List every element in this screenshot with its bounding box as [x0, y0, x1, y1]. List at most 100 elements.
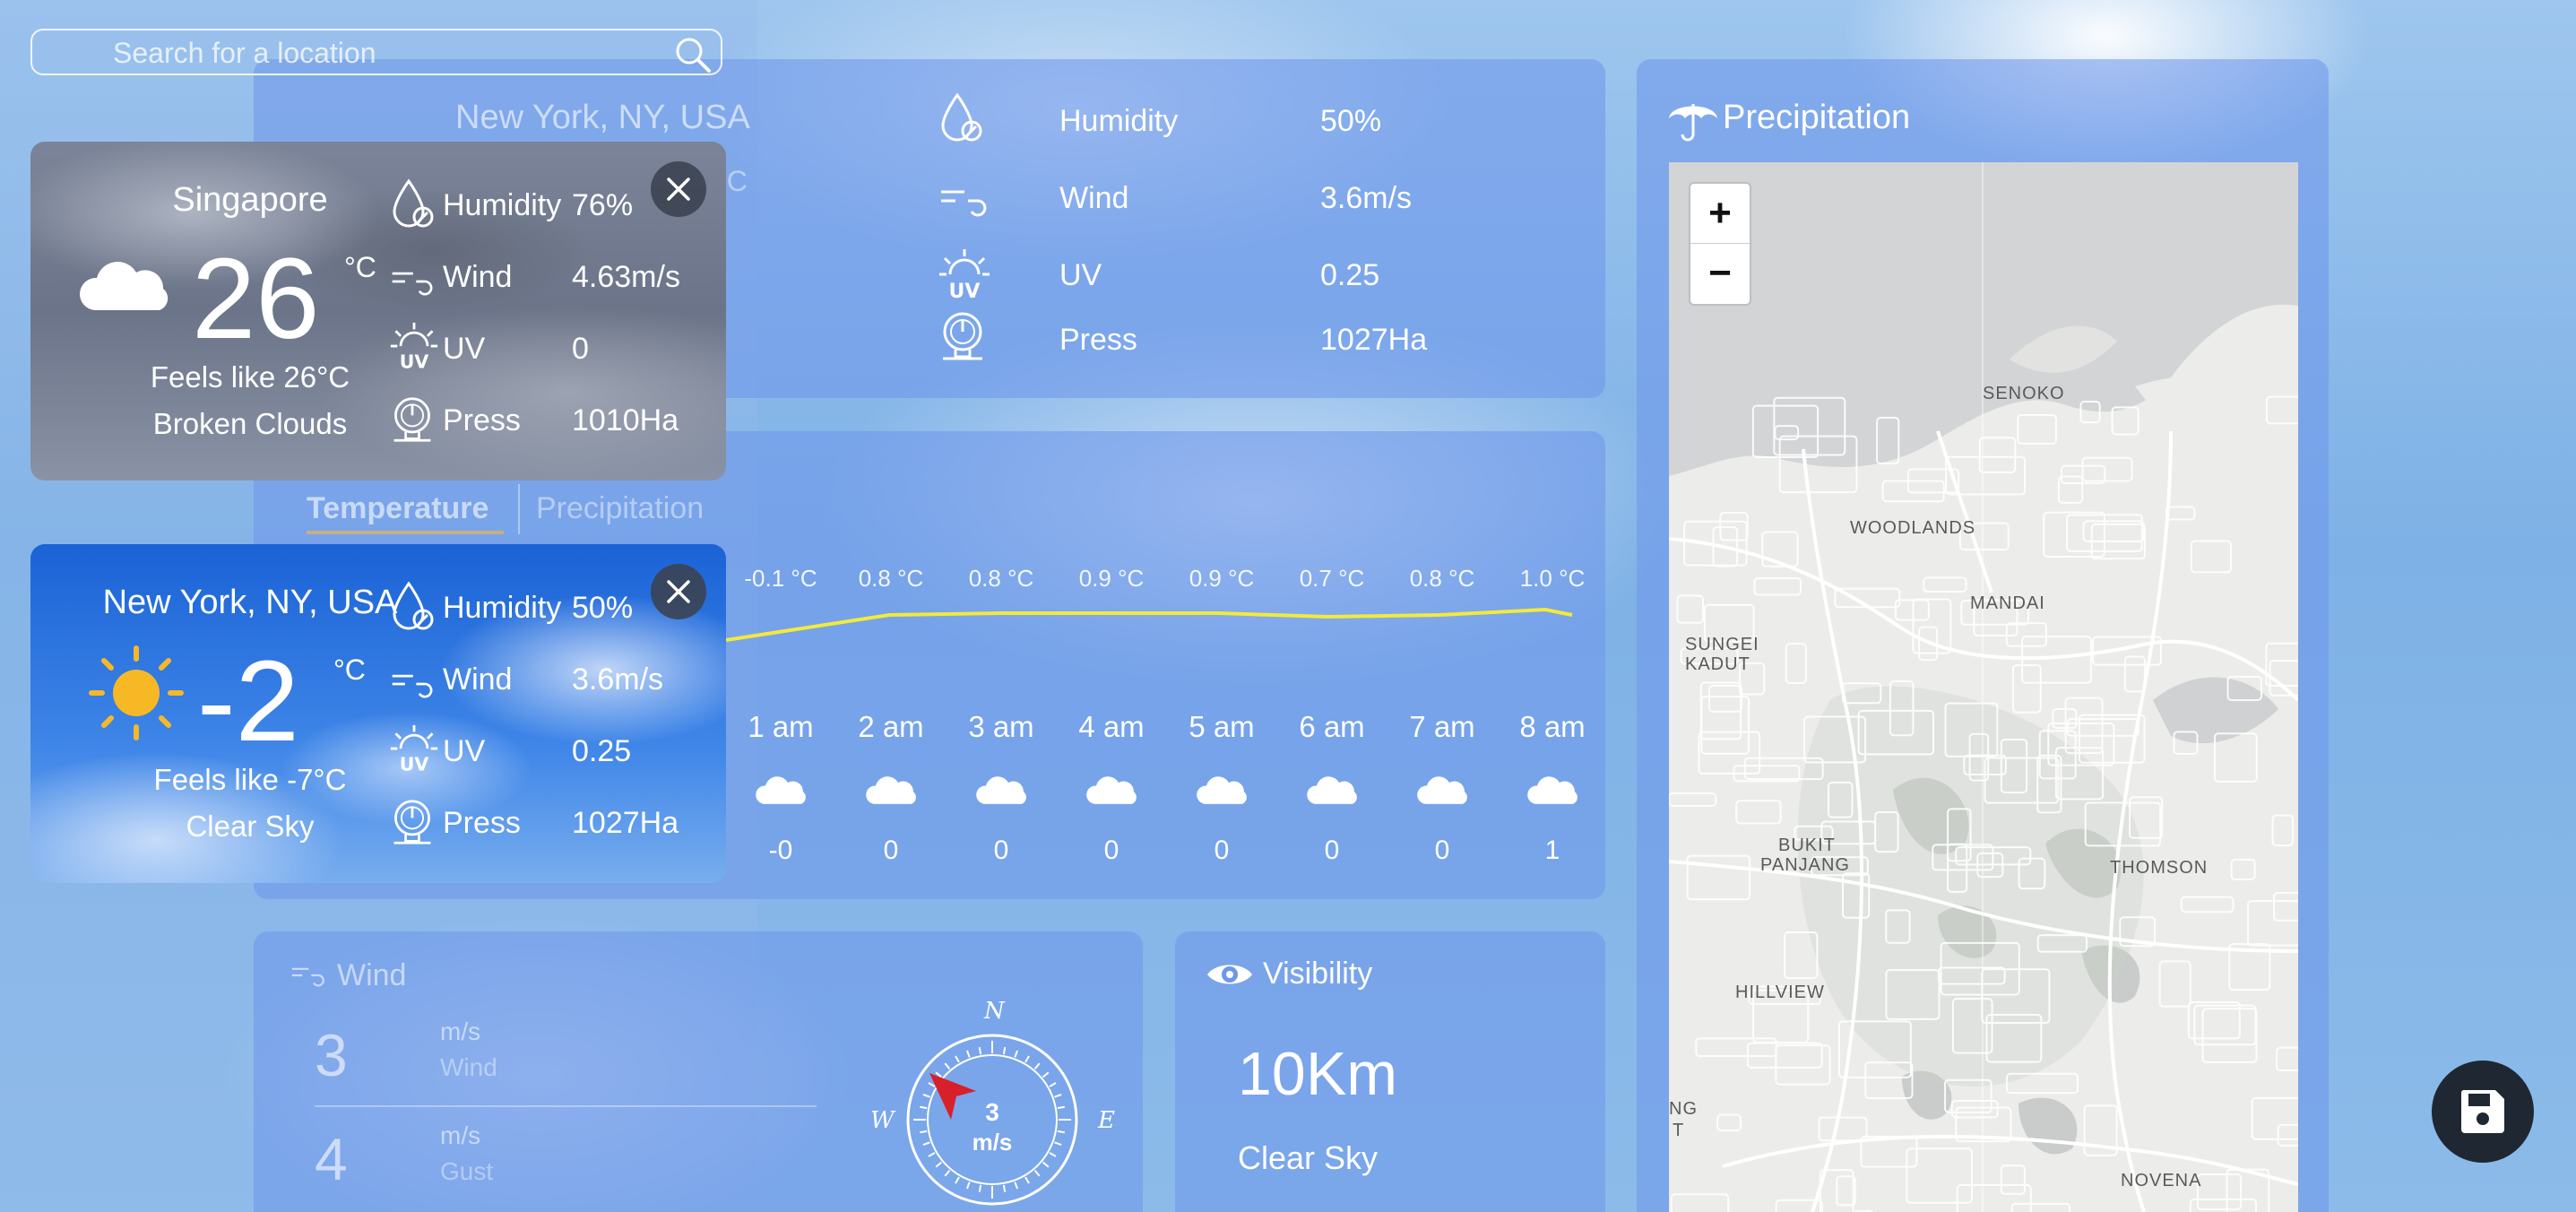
current-location: New York, NY, USA	[455, 99, 750, 136]
wind-divider	[315, 1105, 817, 1107]
card-feels-like: Feels like -7°C	[153, 763, 347, 796]
save-button[interactable]	[2432, 1060, 2534, 1163]
tab-temperature[interactable]: Temperature	[307, 491, 488, 526]
hour-time-label: 5 am	[1189, 710, 1255, 743]
pressure-icon	[393, 800, 431, 844]
card-uv-value: 0.25	[572, 734, 632, 768]
uv-icon: UV	[390, 322, 438, 372]
map-label-kadut: KADUT	[1685, 654, 1750, 674]
card-uv-label: UV	[443, 332, 486, 366]
map-canvas	[1669, 162, 2298, 1212]
hour-precip-value: 1	[1544, 835, 1560, 865]
metric-value-wind: 3.6m/s	[1320, 181, 1413, 215]
metric-value-press: 1027Ha	[1320, 323, 1428, 357]
card-press-value: 1010Ha	[572, 403, 679, 437]
hour-temp-label: 0.8 °C	[968, 565, 1034, 592]
map-label-novena: NOVENA	[2121, 1171, 2202, 1190]
card-press-label: Press	[443, 403, 521, 437]
cloud-icon	[756, 776, 806, 804]
card-wind-value: 4.63m/s	[572, 260, 680, 294]
tab-divider	[518, 484, 520, 534]
hour-precip-value: 0	[1434, 835, 1450, 865]
svg-text:UV: UV	[949, 281, 981, 303]
wind-gust-unit: m/s	[440, 1121, 481, 1149]
visibility-unit: Km	[1306, 1040, 1397, 1108]
wind-icon	[392, 272, 433, 296]
wind-icon	[392, 674, 433, 698]
hour-temp-label: 0.9 °C	[1078, 565, 1145, 592]
cloud-icon	[866, 776, 916, 804]
hour-time-label: 7 am	[1409, 710, 1475, 743]
hour-precip-value: -0	[768, 835, 793, 865]
visibility-title: Visibility	[1263, 957, 1373, 991]
wind-title: Wind	[337, 958, 407, 992]
card-press-value: 1027Ha	[572, 806, 679, 840]
cloud-icon	[1197, 776, 1247, 804]
hour-precip-value: 0	[1214, 835, 1230, 865]
wind-gust-label: Gust	[440, 1157, 494, 1185]
card-temperature: 26	[192, 235, 320, 363]
close-card-button[interactable]	[651, 161, 706, 217]
visibility-value: 10	[1238, 1040, 1306, 1108]
hour-temp-label: 0.9 °C	[1189, 565, 1255, 592]
map-label-panjang: PANJANG	[1760, 855, 1850, 875]
temperature-line-chart	[726, 607, 1573, 642]
humidity-icon	[393, 178, 434, 228]
map-label-hillview: HILLVIEW	[1735, 983, 1825, 1002]
eye-icon	[1207, 965, 1252, 984]
humidity-icon	[393, 581, 434, 630]
zoom-out-button[interactable]: −	[1690, 244, 1750, 303]
search-box	[30, 29, 722, 75]
hour-precip-value: 0	[993, 835, 1009, 865]
wind-icon	[941, 190, 987, 217]
zoom-in-button[interactable]: +	[1690, 184, 1750, 244]
tab-precipitation[interactable]: Precipitation	[536, 491, 704, 526]
metric-label-uv: UV	[1059, 258, 1102, 292]
cloud-icon	[1307, 776, 1357, 804]
hour-time-label: 2 am	[858, 710, 924, 743]
hour-time-label: 8 am	[1519, 710, 1586, 743]
umbrella-icon	[1669, 104, 1717, 142]
sun-icon	[89, 645, 184, 740]
metric-label-press: Press	[1059, 323, 1137, 357]
hour-temp-label: 1.0 °C	[1519, 565, 1586, 592]
uv-icon: UV	[390, 724, 438, 775]
save-icon	[2460, 1090, 2504, 1133]
svg-text:UV: UV	[400, 753, 429, 775]
metric-value-uv: 0.25	[1320, 258, 1380, 292]
precipitation-map[interactable]	[1669, 162, 2298, 1212]
svg-text:UV: UV	[400, 351, 429, 372]
card-temperature: -2	[197, 637, 299, 766]
card-wind-value: 3.6m/s	[572, 662, 664, 697]
map-label-senoko: SENOKO	[1983, 384, 2065, 403]
visibility-panel: Visibility 10 Km Clear Sky	[1175, 931, 1605, 1212]
hour-precip-value: 0	[883, 835, 899, 865]
wind-speed-label: Wind	[440, 1053, 497, 1081]
card-temp-unit: °C	[333, 654, 366, 686]
hour-precip-value: 0	[1103, 835, 1119, 865]
search-icon[interactable]	[674, 36, 712, 74]
cloud-icon	[1417, 776, 1467, 804]
card-wind-label: Wind	[443, 662, 513, 697]
wind-speed-value: 3	[315, 1022, 348, 1088]
location-card-new-york[interactable]: New York, NY, USA -2 °C Feels like -7°C …	[30, 544, 726, 883]
visibility-desc: Clear Sky	[1238, 1139, 1379, 1176]
hour-time-label: 6 am	[1299, 710, 1365, 743]
close-card-button[interactable]	[651, 564, 706, 619]
cloud-icon	[79, 262, 169, 310]
pressure-icon	[393, 397, 431, 442]
card-press-label: Press	[443, 806, 521, 840]
location-card-singapore[interactable]: Singapore 26 °C Feels like 26°C Broken C…	[30, 142, 726, 480]
hour-temp-label: 0.8 °C	[858, 565, 924, 592]
card-description: Broken Clouds	[152, 407, 348, 440]
compass-speed-value: 3	[985, 1098, 999, 1126]
search-input[interactable]	[111, 36, 653, 70]
card-city: Singapore	[172, 181, 328, 219]
map-label-thomson: THOMSON	[2110, 858, 2209, 878]
compass-north: N	[984, 998, 1005, 1025]
map-label-bukit: BUKIT	[1778, 835, 1836, 855]
compass-east: E	[1098, 1107, 1115, 1134]
tab-active-underline	[307, 531, 504, 534]
wind-title-icon	[291, 967, 324, 987]
map-zoom-control: + −	[1689, 182, 1751, 306]
